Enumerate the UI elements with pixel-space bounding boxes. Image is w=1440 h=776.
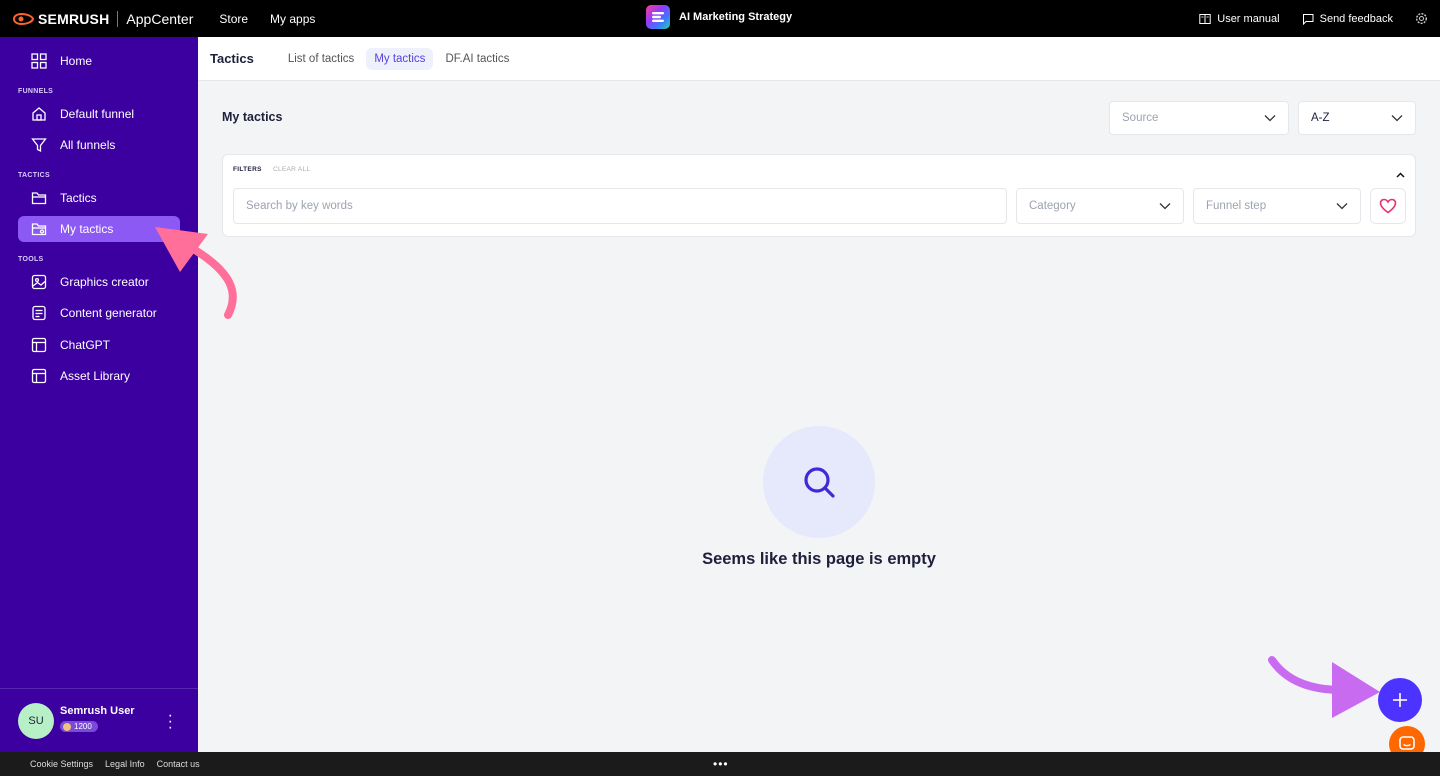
sidebar-item-label: Default funnel [60,107,135,121]
tab-dfai-tactics[interactable]: DF.AI tactics [437,48,517,70]
sidebar-item-label: My tactics [60,222,114,236]
page-title: Tactics [210,51,254,66]
tactics-tabs: List of tactics My tactics DF.AI tactics [280,47,518,70]
sidebar-item-label: Graphics creator [60,275,149,289]
sidebar-item-default-funnel[interactable]: Default funnel [18,101,180,127]
tab-list-of-tactics[interactable]: List of tactics [280,48,362,70]
brand-name: SEMRUSH [38,10,110,27]
sidebar-item-asset-library[interactable]: Asset Library [18,363,180,389]
avatar: SU [18,702,54,739]
semrush-flame-icon [12,12,34,25]
sidebar-item-home[interactable]: Home [18,48,180,74]
send-feedback-link[interactable]: Send feedback [1302,13,1393,25]
sort-select[interactable]: A-Z [1298,101,1416,135]
top-nav-my-apps[interactable]: My apps [270,12,315,26]
sidebar-item-label: Asset Library [60,369,131,383]
app-title: AI Marketing Strategy [646,5,792,29]
footer-link-contact-us[interactable]: Contact us [157,759,200,769]
sidebar-item-my-tactics[interactable]: My tactics [18,216,180,242]
footer-more-icon[interactable]: ••• [713,757,729,771]
source-select-placeholder: Source [1122,112,1159,124]
sidebar-item-tactics[interactable]: Tactics [18,185,180,211]
category-select[interactable]: Category [1016,188,1184,224]
collapse-filters-chevron-up-icon[interactable] [1396,165,1405,183]
chevron-down-icon [1391,115,1403,122]
credits-badge: 1200 [60,721,98,733]
empty-state-message: Seems like this page is empty [702,550,936,568]
content-header: Tactics List of tactics My tactics DF.AI… [198,37,1440,81]
app-logo-icon [646,5,670,29]
filters-label: FILTERS [233,166,262,173]
gear-icon [1415,12,1428,25]
chat-icon [1399,736,1415,750]
section-title: My tactics [222,110,283,124]
footer-link-legal-info[interactable]: Legal Info [105,759,145,769]
layout-icon [30,336,48,354]
section-label-funnels: FUNNELS [18,88,54,95]
source-select[interactable]: Source [1109,101,1289,135]
add-tactic-button[interactable] [1378,678,1422,722]
chat-bubble-icon [1302,13,1314,25]
image-icon [30,273,48,291]
sidebar-item-graphics-creator[interactable]: Graphics creator [18,269,180,295]
book-icon [1199,13,1211,24]
empty-state-illustration [763,426,875,538]
funnel-step-select[interactable]: Funnel step [1193,188,1361,224]
footer: Cookie Settings Legal Info Contact us ••… [0,752,1440,776]
folder-user-icon [30,220,48,238]
user-info: Semrush User 1200 [60,705,135,736]
brand-app-name: AppCenter [126,10,194,27]
sidebar-item-label: ChatGPT [60,338,111,352]
sidebar-item-label: Home [60,54,93,68]
chevron-down-icon [1159,203,1171,210]
filters-panel: FILTERS CLEAR ALL Category Funnel step [222,154,1416,237]
section-label-tools: TOOLS [18,256,44,263]
top-right-actions: User manual Send feedback [1199,0,1428,37]
semrush-logo[interactable]: SEMRUSH AppCenter [12,10,194,27]
top-nav-store[interactable]: Store [219,12,248,26]
brand-divider [117,10,119,27]
chevron-down-icon [1264,115,1276,122]
section-label-tactics: TACTICS [18,172,50,179]
send-feedback-label: Send feedback [1319,12,1393,25]
annotation-arrow-purple-icon [1268,656,1380,718]
folder-icon [30,189,48,207]
user-profile[interactable]: SU Semrush User 1200 · · · [0,688,198,752]
category-select-placeholder: Category [1029,200,1076,212]
footer-link-cookie-settings[interactable]: Cookie Settings [30,759,93,769]
user-name: Semrush User [60,705,135,718]
sidebar-item-all-funnels[interactable]: All funnels [18,132,180,158]
sort-select-value: A-Z [1311,112,1330,124]
funnel-icon [30,136,48,154]
tab-my-tactics[interactable]: My tactics [366,47,434,70]
settings-button[interactable] [1415,12,1428,25]
coin-icon [63,722,71,731]
user-manual-link[interactable]: User manual [1199,12,1280,25]
sidebar-item-chatgpt[interactable]: ChatGPT [18,332,180,358]
credits-count: 1200 [74,722,92,732]
document-icon [30,304,48,322]
search-input[interactable] [233,188,1007,224]
funnel-step-select-placeholder: Funnel step [1206,200,1267,212]
footer-links: Cookie Settings Legal Info Contact us [30,759,200,769]
house-icon [30,105,48,123]
layout-icon [30,367,48,385]
grid-icon [30,52,48,70]
user-manual-label: User manual [1217,12,1280,25]
favorites-button[interactable] [1370,188,1406,224]
clear-all-button[interactable]: CLEAR ALL [273,166,310,173]
top-bar: SEMRUSH AppCenter Store My apps AI Marke… [0,0,1440,37]
sidebar-item-content-generator[interactable]: Content generator [18,300,180,326]
sidebar-item-label: Content generator [60,306,157,320]
plus-icon [1393,693,1407,707]
heart-icon [1379,198,1397,214]
user-menu-kebab-icon[interactable]: · · · [168,708,173,736]
sidebar: Home FUNNELS Default funnel All funnels … [0,37,198,752]
search-icon [804,467,835,498]
app-title-text: AI Marketing Strategy [679,11,793,23]
sidebar-item-label: Tactics [60,191,97,205]
sidebar-item-label: All funnels [60,138,116,152]
chevron-down-icon [1336,203,1348,210]
top-nav: Store My apps [219,12,315,26]
